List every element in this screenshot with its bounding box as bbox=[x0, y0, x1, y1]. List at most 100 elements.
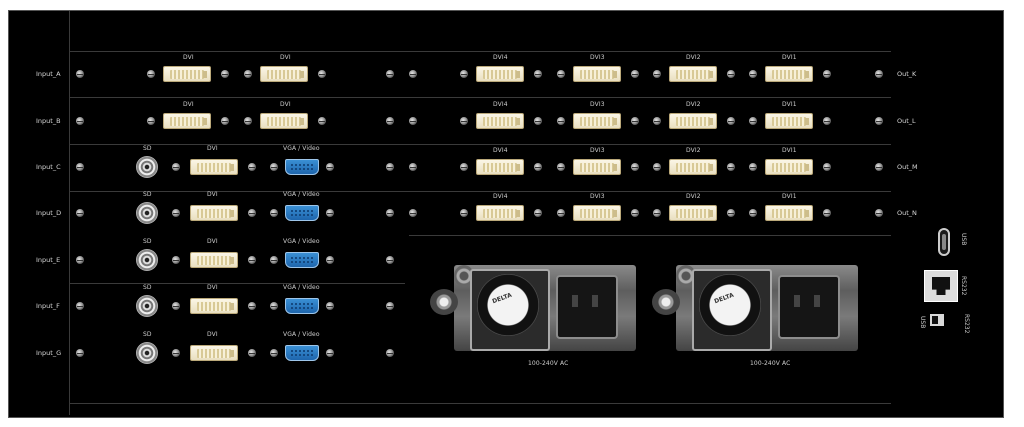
port-screw bbox=[248, 163, 256, 171]
dvi-output-port[interactable] bbox=[765, 66, 813, 82]
dvi-output-port[interactable] bbox=[669, 205, 717, 221]
input-row-label: Input_E bbox=[36, 256, 61, 264]
power-inlet-socket[interactable] bbox=[778, 275, 840, 339]
dvi-output-port[interactable] bbox=[573, 113, 621, 129]
usb-rs232-switch[interactable] bbox=[930, 314, 944, 326]
dvi-output-port[interactable] bbox=[476, 205, 524, 221]
port-screw bbox=[248, 256, 256, 264]
dvi-output-port[interactable] bbox=[765, 205, 813, 221]
panel-screw bbox=[875, 209, 883, 217]
sd-bnc-port[interactable] bbox=[136, 156, 158, 178]
panel-screw bbox=[76, 70, 84, 78]
dvi-output-port[interactable] bbox=[573, 159, 621, 175]
power-supply-module[interactable]: DELTA bbox=[430, 261, 638, 353]
dvi-output-port[interactable] bbox=[573, 205, 621, 221]
port-screw bbox=[534, 209, 542, 217]
port-screw bbox=[727, 163, 735, 171]
dvi-output-port[interactable] bbox=[669, 66, 717, 82]
input-row-label: Input_C bbox=[36, 163, 61, 171]
dvi-output-label: DVI1 bbox=[782, 101, 797, 108]
panel-screw bbox=[875, 117, 883, 125]
input-row-label: Input_D bbox=[36, 209, 62, 217]
port-screw bbox=[172, 209, 180, 217]
panel-screw bbox=[409, 117, 417, 125]
power-inlet-socket[interactable] bbox=[556, 275, 618, 339]
dvi-output-label: DVI3 bbox=[590, 193, 605, 200]
port-screw bbox=[631, 163, 639, 171]
vga-video-port[interactable] bbox=[285, 159, 319, 175]
dvi-input-port[interactable] bbox=[190, 205, 238, 221]
port-screw bbox=[749, 209, 757, 217]
dvi-input-port[interactable] bbox=[163, 66, 211, 82]
port-screw bbox=[653, 70, 661, 78]
dvi-port-label: DVI bbox=[207, 191, 218, 198]
port-screw bbox=[653, 163, 661, 171]
dvi-port-label: DVI bbox=[183, 54, 194, 61]
port-screw bbox=[172, 163, 180, 171]
port-screw bbox=[460, 117, 468, 125]
dvi-output-port[interactable] bbox=[573, 66, 621, 82]
port-screw bbox=[248, 209, 256, 217]
port-screw bbox=[653, 117, 661, 125]
panel-screw bbox=[76, 117, 84, 125]
dvi-output-label: DVI1 bbox=[782, 147, 797, 154]
vga-video-port[interactable] bbox=[285, 252, 319, 268]
port-screw bbox=[326, 349, 334, 357]
panel-screw bbox=[386, 163, 394, 171]
port-screw bbox=[326, 256, 334, 264]
dvi-input-port[interactable] bbox=[190, 298, 238, 314]
dvi-input-port[interactable] bbox=[260, 66, 308, 82]
dvi-input-port[interactable] bbox=[260, 113, 308, 129]
port-screw bbox=[326, 302, 334, 310]
vga-video-port[interactable] bbox=[285, 345, 319, 361]
dvi-input-port[interactable] bbox=[163, 113, 211, 129]
dvi-port-label: DVI bbox=[207, 238, 218, 245]
sd-bnc-port[interactable] bbox=[136, 249, 158, 271]
output-row-label: Out_L bbox=[897, 117, 916, 125]
port-screw bbox=[823, 163, 831, 171]
port-screw bbox=[727, 70, 735, 78]
fan-icon bbox=[477, 274, 539, 336]
panel-screw bbox=[409, 209, 417, 217]
dvi-output-port[interactable] bbox=[476, 113, 524, 129]
dvi-port-label: DVI bbox=[280, 101, 291, 108]
power-supply-module[interactable]: DELTA bbox=[652, 261, 860, 353]
vga-video-port[interactable] bbox=[285, 205, 319, 221]
dvi-output-label: DVI2 bbox=[686, 101, 701, 108]
sd-port-label: SD bbox=[143, 191, 152, 198]
vga-port-label: VGA / Video bbox=[283, 191, 320, 198]
dvi-output-port[interactable] bbox=[669, 159, 717, 175]
rs232-port[interactable] bbox=[924, 270, 958, 302]
psu-thumbscrew[interactable] bbox=[430, 289, 458, 315]
port-screw bbox=[270, 349, 278, 357]
dvi-input-port[interactable] bbox=[190, 159, 238, 175]
dvi-output-label: DVI2 bbox=[686, 147, 701, 154]
dvi-input-port[interactable] bbox=[190, 345, 238, 361]
output-row-label: Out_N bbox=[897, 209, 917, 217]
dvi-output-port[interactable] bbox=[476, 66, 524, 82]
panel-screw bbox=[386, 209, 394, 217]
power-supply-label: 100-240V AC bbox=[528, 360, 569, 367]
dvi-output-port[interactable] bbox=[765, 159, 813, 175]
dvi-port-label: DVI bbox=[183, 101, 194, 108]
psu-thumbscrew[interactable] bbox=[652, 289, 680, 315]
dvi-output-port[interactable] bbox=[765, 113, 813, 129]
vga-video-port[interactable] bbox=[285, 298, 319, 314]
dvi-input-port[interactable] bbox=[190, 252, 238, 268]
dvi-output-port[interactable] bbox=[669, 113, 717, 129]
dvi-port-label: DVI bbox=[280, 54, 291, 61]
port-screw bbox=[460, 163, 468, 171]
port-screw bbox=[631, 117, 639, 125]
dvi-output-port[interactable] bbox=[476, 159, 524, 175]
port-screw bbox=[653, 209, 661, 217]
sd-bnc-port[interactable] bbox=[136, 342, 158, 364]
port-screw bbox=[557, 70, 565, 78]
dvi-output-label: DVI2 bbox=[686, 193, 701, 200]
sd-bnc-port[interactable] bbox=[136, 295, 158, 317]
sd-bnc-port[interactable] bbox=[136, 202, 158, 224]
usb-port[interactable] bbox=[938, 228, 950, 256]
port-screw bbox=[460, 209, 468, 217]
port-screw bbox=[749, 163, 757, 171]
port-screw bbox=[823, 70, 831, 78]
fan-icon bbox=[699, 274, 761, 336]
